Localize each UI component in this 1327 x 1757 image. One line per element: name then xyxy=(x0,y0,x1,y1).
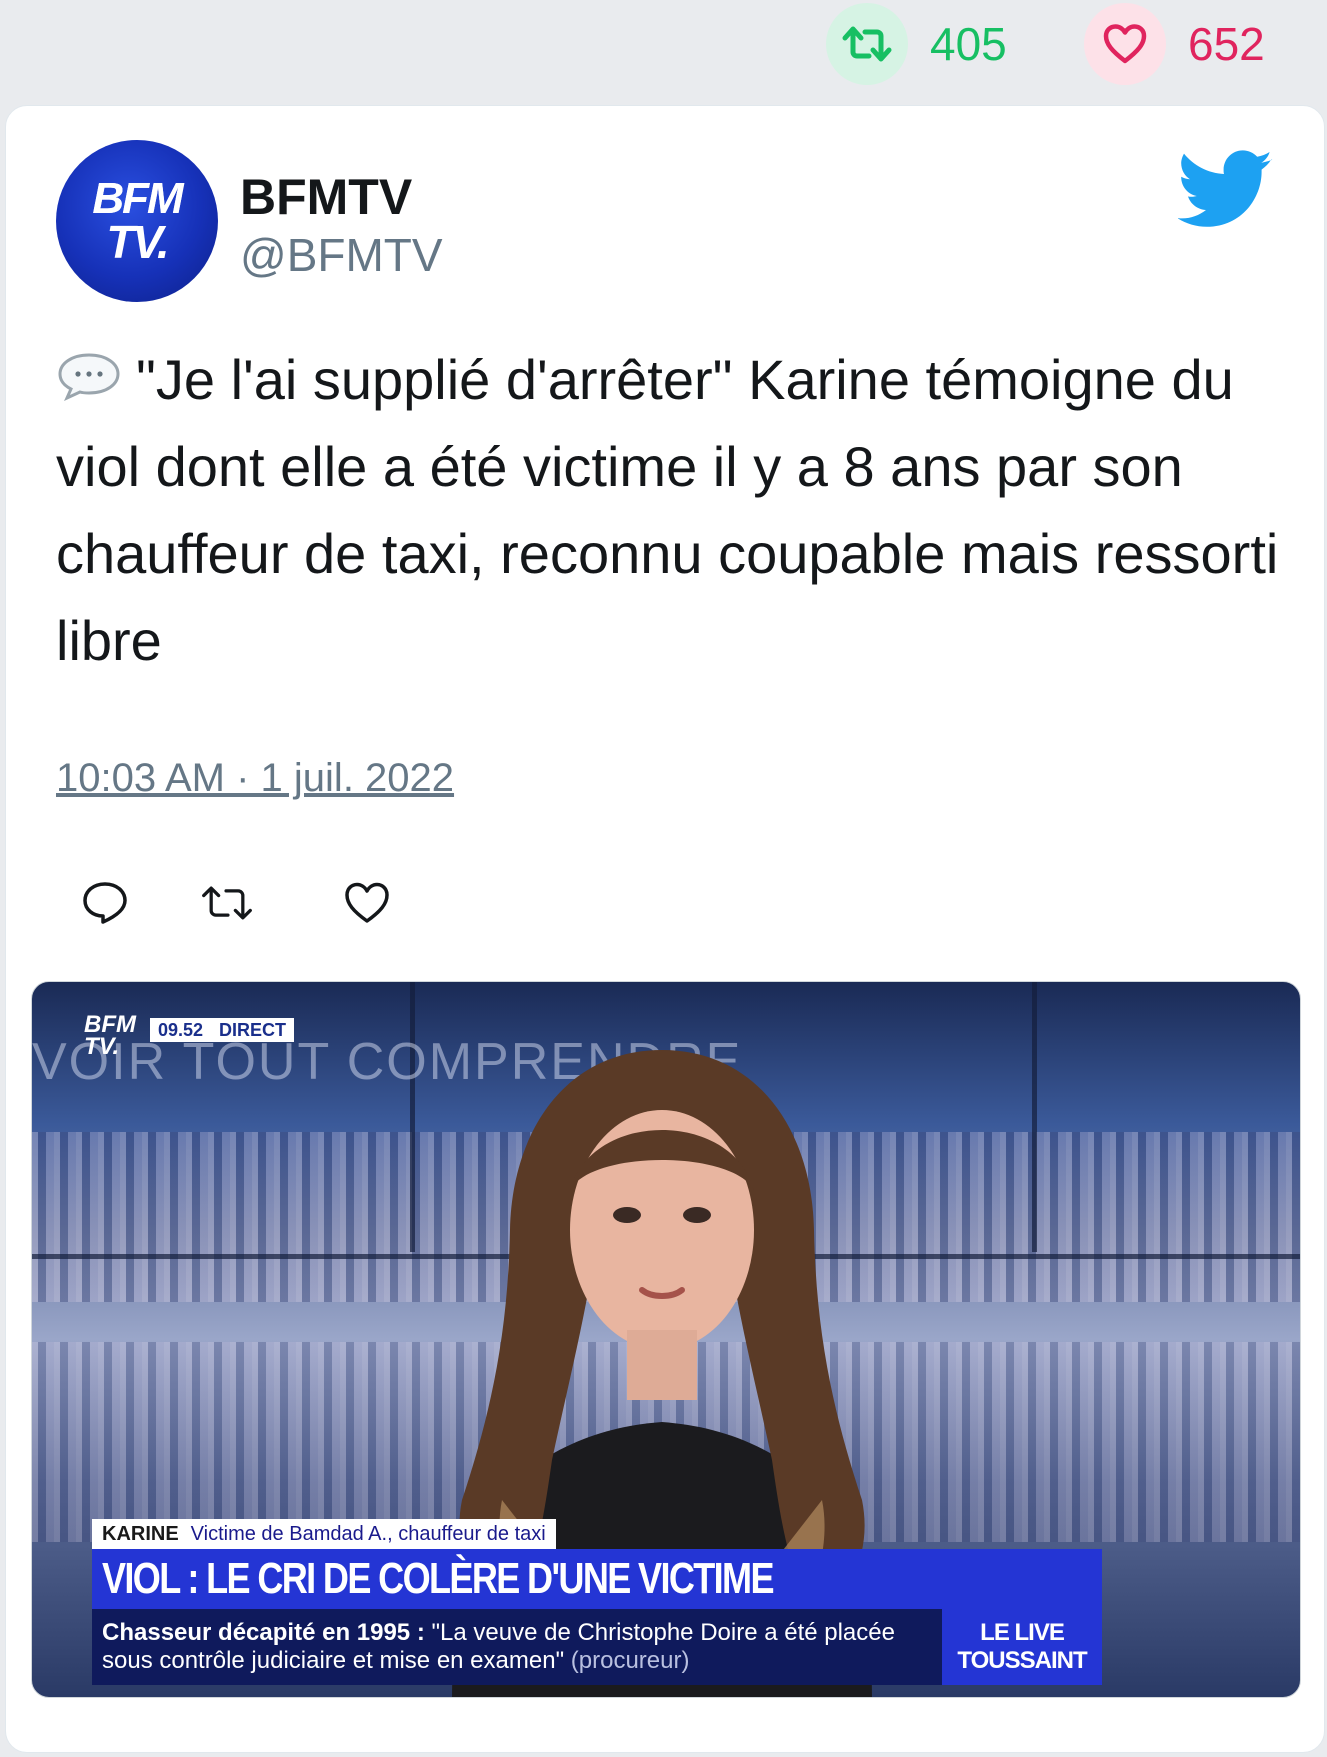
avatar[interactable]: BFM TV. xyxy=(56,140,218,302)
engagement-stats: 405 652 xyxy=(0,0,1327,100)
tweet-text: "Je l'ai supplié d'arrêter" Karine témoi… xyxy=(56,348,1279,672)
ticker-bold: Chasseur décapité en 1995 : xyxy=(102,1619,425,1646)
tweet-body: "Je l'ai supplié d'arrêter" Karine témoi… xyxy=(56,336,1296,684)
interviewee-name: KARINE xyxy=(102,1522,179,1545)
tweet-media-image[interactable]: VOIR TOUT COMPRENDRE BFM TV. 09.52 DIREC… xyxy=(31,981,1301,1698)
studio-panel-divider-right xyxy=(1032,982,1037,1252)
bfm-logo: BFM TV. xyxy=(84,1013,144,1066)
bfm-logo-line2: TV. xyxy=(84,1033,120,1060)
reply-icon xyxy=(83,882,127,924)
like-stat[interactable]: 652 xyxy=(1084,2,1265,86)
retweet-icon xyxy=(826,3,908,85)
retweet-button[interactable] xyxy=(200,876,254,930)
retweet-stat[interactable]: 405 xyxy=(826,2,1007,86)
show-label: LE LIVE TOUSSAINT xyxy=(942,1609,1102,1685)
live-tag: 09.52 DIRECT xyxy=(150,1018,295,1042)
headline-text: VIOL : LE CRI DE COLÈRE D'UNE VICTIME xyxy=(102,1554,775,1603)
retweet-count: 405 xyxy=(930,18,1007,70)
like-button[interactable] xyxy=(340,876,394,930)
avatar-logo-line2: TV. xyxy=(106,216,169,268)
show-label-line2: TOUSSAINT xyxy=(957,1647,1087,1674)
heart-icon xyxy=(1084,3,1166,85)
like-count: 652 xyxy=(1188,18,1265,70)
headline-banner: VIOL : LE CRI DE COLÈRE D'UNE VICTIME xyxy=(92,1549,1102,1609)
reply-button[interactable] xyxy=(78,876,132,930)
news-ticker: Chasseur décapité en 1995 : "La veuve de… xyxy=(92,1609,942,1685)
tweet-timestamp[interactable]: 10:03 AM · 1 juil. 2022 xyxy=(56,756,454,801)
avatar-logo-line1: BFM xyxy=(92,174,183,223)
interviewee-role: Victime de Bamdad A., chauffeur de taxi xyxy=(190,1522,546,1545)
like-icon xyxy=(345,882,389,923)
author-name[interactable]: BFMTV xyxy=(240,168,412,226)
twitter-bird-icon[interactable] xyxy=(1178,150,1274,230)
show-label-line1: LE LIVE xyxy=(980,1619,1065,1646)
live-indicator: DIRECT xyxy=(219,1019,287,1040)
lower-third-name: KARINE Victime de Bamdad A., chauffeur d… xyxy=(92,1519,556,1549)
broadcast-time: 09.52 xyxy=(158,1019,204,1040)
ticker-source: (procureur) xyxy=(570,1647,690,1674)
speech-balloon-icon xyxy=(58,353,120,401)
tweet-card: BFM TV. BFMTV @BFMTV "Je l'ai supplié d'… xyxy=(5,105,1325,1753)
retweet-icon xyxy=(202,886,252,920)
author-handle[interactable]: @BFMTV xyxy=(240,228,443,282)
